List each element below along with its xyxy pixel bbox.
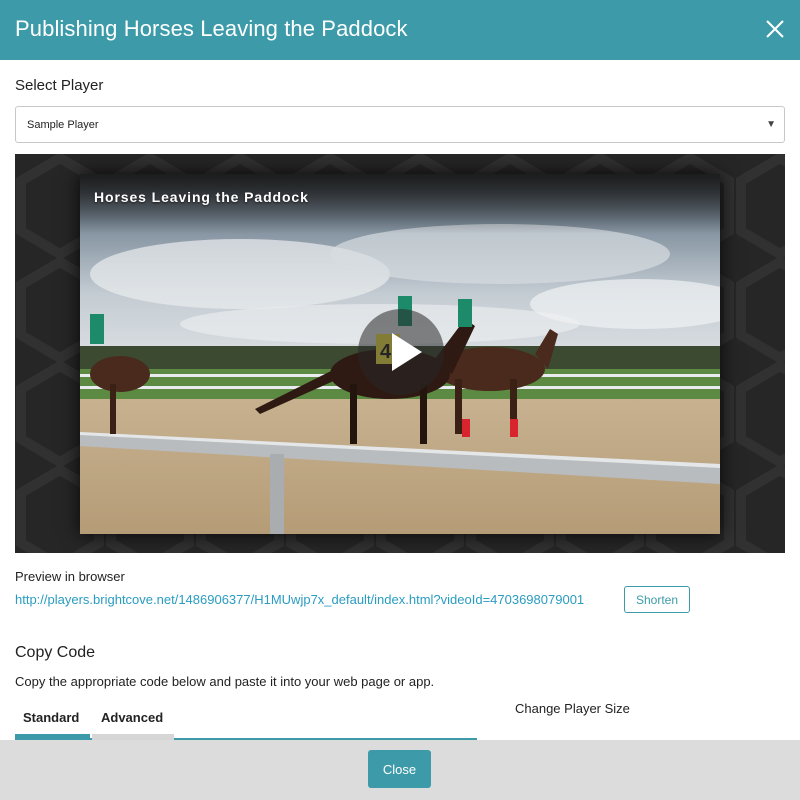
- tab-standard[interactable]: Standard: [23, 710, 79, 725]
- copy-code-description: Copy the appropriate code below and past…: [15, 674, 435, 689]
- tab-advanced[interactable]: Advanced: [101, 710, 163, 725]
- player-preview: 4 Horses Leaving the Paddock: [15, 154, 785, 553]
- chevron-down-icon: ▼: [766, 119, 776, 130]
- dialog-title: Publishing Horses Leaving the Paddock: [15, 16, 408, 41]
- copy-code-title: Copy Code: [15, 644, 96, 661]
- close-button[interactable]: Close: [368, 750, 431, 788]
- select-player-label: Select Player: [15, 77, 104, 94]
- play-button[interactable]: [358, 309, 444, 395]
- preview-label: Preview in browser: [15, 569, 125, 584]
- player-select-value: Sample Player: [27, 119, 99, 131]
- play-icon: [392, 333, 422, 371]
- dialog-footer: Close: [0, 740, 800, 800]
- dialog-header: Publishing Horses Leaving the Paddock: [0, 0, 800, 60]
- change-player-size-label: Change Player Size: [515, 701, 630, 716]
- preview-url-link[interactable]: http://players.brightcove.net/1486906377…: [15, 592, 584, 607]
- shorten-button[interactable]: Shorten: [624, 586, 690, 613]
- video-player[interactable]: 4 Horses Leaving the Paddock: [80, 174, 720, 534]
- player-select[interactable]: Sample Player ▼: [15, 106, 785, 143]
- video-title: Horses Leaving the Paddock: [94, 189, 309, 205]
- close-icon[interactable]: [764, 18, 786, 40]
